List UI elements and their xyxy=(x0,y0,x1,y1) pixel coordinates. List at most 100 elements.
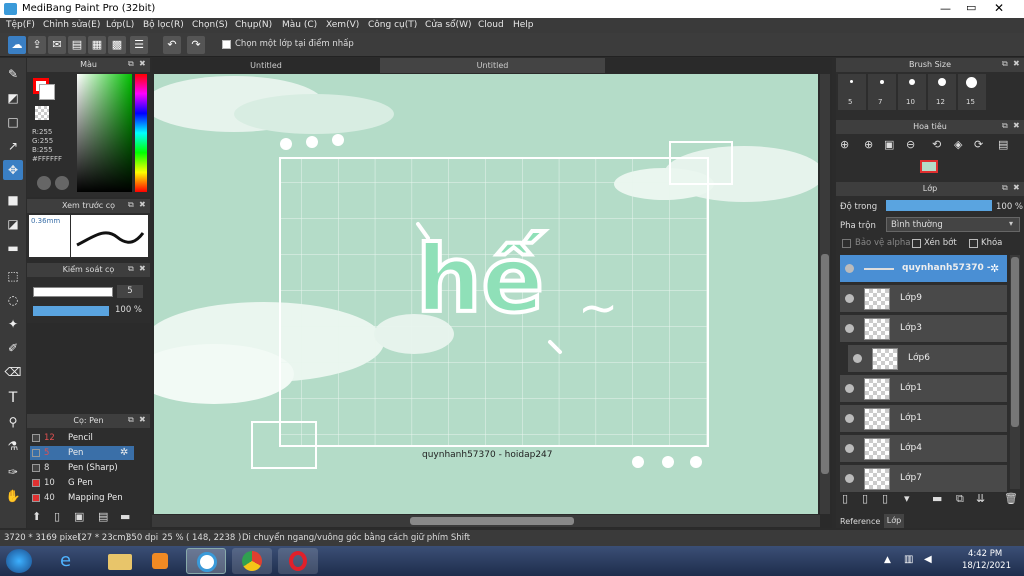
tab-document-2[interactable]: Untitled xyxy=(380,58,605,73)
secondary-color-swatch[interactable] xyxy=(39,84,55,100)
eye-icon[interactable] xyxy=(845,444,854,453)
close-icon[interactable]: ✖ xyxy=(139,200,146,209)
transparent-swatch[interactable] xyxy=(35,106,49,120)
popout-icon[interactable]: ⧉ xyxy=(1002,59,1008,69)
bucket-tool-icon[interactable]: ◪ xyxy=(3,214,23,234)
close-icon[interactable]: ✖ xyxy=(139,264,146,273)
close-icon[interactable]: ✖ xyxy=(1013,121,1020,130)
add-brush-icon[interactable]: ⬆ xyxy=(32,510,41,523)
horizontal-scroll-thumb[interactable] xyxy=(410,517,574,525)
menu-tools[interactable]: Công cụ(T) xyxy=(368,20,417,30)
layer-scrollbar[interactable] xyxy=(1010,255,1020,489)
blend-mode-select[interactable]: Bình thường ▾ xyxy=(886,217,1020,232)
close-icon[interactable]: ✖ xyxy=(139,415,146,424)
explorer-icon[interactable] xyxy=(100,548,140,574)
eyedropper-icon[interactable]: ✑ xyxy=(3,462,23,482)
close-icon[interactable]: ✖ xyxy=(1013,183,1020,192)
zoom-in-alt-icon[interactable]: ⊕ xyxy=(864,138,873,151)
close-icon[interactable]: ✖ xyxy=(1013,59,1020,68)
trash-icon[interactable]: 🗑 xyxy=(1004,492,1018,505)
lock-checkbox[interactable] xyxy=(969,239,978,248)
menu-filter[interactable]: Bộ lọc(R) xyxy=(143,20,184,30)
text-tool-icon[interactable]: T xyxy=(3,388,23,408)
ie-icon[interactable]: e xyxy=(50,548,90,574)
fill-rect-tool-icon[interactable]: ■ xyxy=(3,190,23,210)
hue-slider[interactable] xyxy=(135,74,147,192)
layer-row[interactable]: Lớp1 xyxy=(840,375,1007,403)
folder-icon[interactable]: ▬ xyxy=(932,492,942,505)
media-player-icon[interactable] xyxy=(140,548,180,574)
brush-size-15[interactable]: 15 xyxy=(958,74,986,110)
popout-icon[interactable]: ⧉ xyxy=(128,59,134,69)
select-rect-icon[interactable]: ⬚ xyxy=(3,266,23,286)
brush-size-10[interactable]: 10 xyxy=(898,74,926,110)
layer-row[interactable]: Lớp4 xyxy=(840,435,1007,463)
network-icon[interactable]: ▥ xyxy=(904,554,913,565)
chrome-icon[interactable] xyxy=(232,548,272,574)
list-icon[interactable]: ☰ xyxy=(130,36,148,54)
new-brush-icon[interactable]: ▯ xyxy=(54,510,60,523)
fit-screen-icon[interactable]: ▣ xyxy=(884,138,894,151)
opera-icon[interactable] xyxy=(278,548,318,574)
zoom-in-icon[interactable]: ⊕ xyxy=(840,138,849,151)
layer-row[interactable]: Lớp3 xyxy=(840,315,1007,343)
undo-icon[interactable]: ↶ xyxy=(163,36,181,54)
brush-item-pencil[interactable]: 12 Pencil xyxy=(30,431,134,445)
message-icon[interactable]: ▤ xyxy=(68,36,86,54)
eye-icon[interactable] xyxy=(845,324,854,333)
volume-icon[interactable]: ◀ xyxy=(924,554,932,565)
layer-row[interactable]: Lớp9 xyxy=(840,285,1007,313)
pen-tool-icon[interactable]: ↗ xyxy=(3,136,23,156)
vertical-scrollbar[interactable] xyxy=(820,74,830,514)
menu-color[interactable]: Màu (C) xyxy=(282,20,317,30)
comment-icon[interactable]: ✉ xyxy=(48,36,66,54)
brush-tool-icon[interactable]: ✎ xyxy=(3,64,23,84)
layer-row[interactable]: Lớp7 xyxy=(840,465,1007,493)
popout-icon[interactable]: ⧉ xyxy=(128,415,134,425)
maximize-button[interactable]: ▭ xyxy=(966,1,976,14)
menu-help[interactable]: Help xyxy=(513,20,534,30)
rectangle-tool-icon[interactable]: □ xyxy=(3,112,23,132)
layer-type-menu-icon[interactable]: ▾ xyxy=(904,492,910,505)
medibang-task-icon[interactable] xyxy=(186,548,226,574)
hand-tool-icon[interactable]: ✋ xyxy=(3,486,23,506)
lasso-icon[interactable]: ◌ xyxy=(3,290,23,310)
menu-layer[interactable]: Lớp(L) xyxy=(106,20,134,30)
brush-copy-icon[interactable]: ▤ xyxy=(98,510,108,523)
close-icon[interactable]: ✖ xyxy=(139,59,146,68)
layer-row-clipped[interactable]: Lớp6 xyxy=(848,345,1007,373)
select-layer-checkbox[interactable] xyxy=(222,40,231,49)
select-eraser-icon[interactable]: ⌫ xyxy=(3,362,23,382)
brush-size-value[interactable]: 5 xyxy=(117,285,143,298)
brush-settings-icon[interactable]: ✲ xyxy=(120,447,128,458)
menu-cloud[interactable]: Cloud xyxy=(478,20,504,30)
popout-icon[interactable]: ⧉ xyxy=(1002,121,1008,131)
eye-icon[interactable] xyxy=(845,264,854,273)
popout-icon[interactable]: ⧉ xyxy=(128,264,134,274)
duplicate-layer-icon[interactable]: ⧉ xyxy=(956,492,964,506)
horizontal-scrollbar[interactable] xyxy=(152,515,820,527)
eye-icon[interactable] xyxy=(845,474,854,483)
new-layer-icon[interactable]: ▯ xyxy=(842,492,848,505)
close-window-button[interactable]: ✕ xyxy=(994,1,1004,15)
layer-opacity-slider[interactable] xyxy=(886,200,992,211)
menu-file[interactable]: Tệp(F) xyxy=(6,20,35,30)
layer-row[interactable]: Lớp1 xyxy=(840,405,1007,433)
redo-icon[interactable]: ↷ xyxy=(187,36,205,54)
eye-icon[interactable] xyxy=(853,354,862,363)
move-tool-icon[interactable]: ✥ xyxy=(3,160,23,180)
popout-icon[interactable]: ⧉ xyxy=(128,200,134,210)
navigator-thumbnail[interactable] xyxy=(920,160,938,173)
new-halftone-layer-icon[interactable]: ▯ xyxy=(862,492,868,505)
brush-menu-icon[interactable]: ▣ xyxy=(74,510,84,523)
menu-capture[interactable]: Chụp(N) xyxy=(235,20,272,30)
brush-size-slider[interactable] xyxy=(33,287,113,297)
eye-icon[interactable] xyxy=(845,414,854,423)
brush-folder-icon[interactable]: ▬ xyxy=(120,510,130,523)
share-icon[interactable]: ⇪ xyxy=(28,36,46,54)
reset-view-icon[interactable]: ▤ xyxy=(998,138,1008,151)
operation-tool-icon[interactable]: ⚲ xyxy=(3,412,23,432)
clip-checkbox[interactable] xyxy=(912,239,921,248)
magic-wand-icon[interactable]: ✦ xyxy=(3,314,23,334)
eye-icon[interactable] xyxy=(845,294,854,303)
